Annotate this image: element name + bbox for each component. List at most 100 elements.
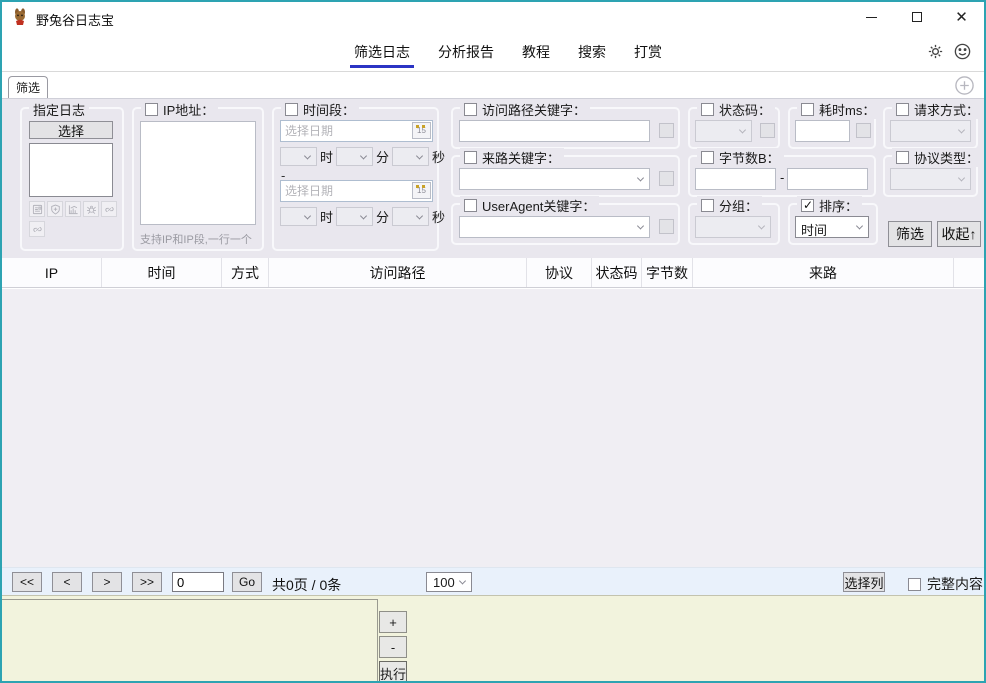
console-minus-button[interactable]: - [379, 636, 407, 658]
page-number-input[interactable] [172, 572, 224, 592]
group-protocol-type: 协议类型： [883, 155, 978, 197]
start-date-input[interactable] [280, 120, 433, 142]
status-code-combo[interactable] [695, 120, 752, 142]
log-chart-icon[interactable] [65, 201, 81, 217]
status-code-checkbox[interactable] [701, 103, 714, 116]
table-header: IP 时间 方式 访问路径 协议 状态码 字节数 来路 [2, 258, 984, 288]
chevron-down-icon [958, 174, 965, 181]
table-column-header[interactable]: 访问路径 [269, 258, 527, 287]
group-status-code: 状态码： [688, 107, 780, 149]
console-input-area[interactable] [2, 599, 378, 682]
chevron-down-icon [958, 126, 965, 133]
ip-address-checkbox[interactable] [145, 103, 158, 116]
useragent-keyword-combo[interactable] [459, 216, 650, 238]
request-method-checkbox[interactable] [896, 103, 909, 116]
start-calendar-icon[interactable]: 15 [412, 122, 431, 139]
console-execute-button[interactable]: 执行 [379, 661, 407, 683]
grouping-label: 分组： [719, 196, 758, 215]
table-column-header[interactable]: 来路 [693, 258, 954, 287]
time-range-checkbox[interactable] [285, 103, 298, 116]
maximize-icon [912, 12, 922, 22]
grouping-combo[interactable] [695, 216, 771, 238]
start-second-select[interactable] [392, 147, 429, 166]
table-body[interactable] [2, 289, 984, 567]
group-bytes: 字节数B： - [688, 155, 876, 197]
start-minute-select[interactable] [336, 147, 373, 166]
nav-tab-filter-logs[interactable]: 筛选日志 [354, 32, 410, 71]
log-shield-plus-icon[interactable] [47, 201, 63, 217]
collapse-button[interactable]: 收起↑ [937, 221, 981, 247]
prev-page-button[interactable]: < [52, 572, 82, 592]
settings-gear-icon[interactable] [926, 42, 945, 61]
useragent-keyword-option-button[interactable] [659, 219, 674, 234]
end-date-input[interactable] [280, 180, 433, 202]
nav-tab-analysis-report[interactable]: 分析报告 [438, 32, 494, 71]
minimize-button[interactable] [849, 2, 894, 32]
protocol-type-checkbox[interactable] [896, 151, 909, 164]
table-column-header[interactable]: 状态码 [592, 258, 642, 287]
go-button[interactable]: Go [232, 572, 262, 592]
console-plus-button[interactable]: + [379, 611, 407, 633]
hour-label: 时 [320, 147, 333, 166]
table-column-header[interactable]: 协议 [527, 258, 592, 287]
useragent-keyword-checkbox[interactable] [464, 199, 477, 212]
table-column-header[interactable]: IP [2, 258, 102, 287]
end-minute-select[interactable] [336, 207, 373, 226]
referer-keyword-option-button[interactable] [659, 171, 674, 186]
status-code-label: 状态码： [719, 100, 771, 119]
elapsed-ms-option-button[interactable] [856, 123, 871, 138]
first-page-button[interactable]: << [12, 572, 42, 592]
chevron-down-icon [637, 174, 644, 181]
chevron-down-icon [739, 126, 746, 133]
filter-tab[interactable]: 筛选 [8, 76, 48, 99]
grouping-checkbox[interactable] [701, 199, 714, 212]
bytes-min-input[interactable] [695, 168, 776, 190]
nav-tab-tutorial[interactable]: 教程 [522, 32, 550, 71]
select-log-button[interactable]: 选择 [29, 121, 113, 139]
path-keyword-checkbox[interactable] [464, 103, 477, 116]
log-spider-icon[interactable] [83, 201, 99, 217]
full-content-checkbox[interactable] [908, 578, 921, 591]
select-columns-button[interactable]: 选择列 [843, 572, 885, 592]
maximize-button[interactable] [894, 2, 939, 32]
filter-button[interactable]: 筛选 [888, 221, 932, 247]
log-link2-icon[interactable] [29, 221, 45, 237]
page-size-select[interactable]: 100 [426, 572, 472, 592]
protocol-type-label: 协议类型： [914, 148, 979, 167]
path-keyword-input[interactable] [459, 120, 650, 142]
add-tab-icon[interactable] [954, 75, 975, 96]
smiley-face-icon[interactable] [953, 42, 972, 61]
path-keyword-option-button[interactable] [659, 123, 674, 138]
log-list-box[interactable] [29, 143, 113, 197]
ip-address-textarea[interactable] [140, 121, 256, 225]
table-column-header[interactable]: 字节数 [642, 258, 693, 287]
start-hour-select[interactable] [280, 147, 317, 166]
close-button[interactable]: ✕ [939, 2, 984, 32]
nav-tab-donate[interactable]: 打赏 [634, 32, 662, 71]
bytes-max-input[interactable] [787, 168, 868, 190]
table-column-header[interactable]: 时间 [102, 258, 222, 287]
referer-keyword-checkbox[interactable] [464, 151, 477, 164]
status-code-option-button[interactable] [760, 123, 775, 138]
referer-keyword-label: 来路关键字： [482, 148, 560, 167]
elapsed-ms-checkbox[interactable] [801, 103, 814, 116]
end-hour-select[interactable] [280, 207, 317, 226]
group-useragent-keyword: UserAgent关键字： [451, 203, 680, 245]
table-column-header[interactable]: 方式 [222, 258, 269, 287]
last-page-button[interactable]: >> [132, 572, 162, 592]
end-calendar-icon[interactable]: 15 [412, 182, 431, 199]
bytes-checkbox[interactable] [701, 151, 714, 164]
sort-combo[interactable]: 时间 [795, 216, 869, 238]
filter-tab-strip: 筛选 [2, 73, 984, 98]
sort-checkbox[interactable] [801, 199, 814, 212]
elapsed-ms-input[interactable] [795, 120, 850, 142]
protocol-type-combo[interactable] [890, 168, 971, 190]
nav-items: 筛选日志 分析报告 教程 搜索 打赏 [354, 32, 662, 71]
end-second-select[interactable] [392, 207, 429, 226]
nav-tab-search[interactable]: 搜索 [578, 32, 606, 71]
next-page-button[interactable]: > [92, 572, 122, 592]
log-link-icon[interactable] [101, 201, 117, 217]
log-form-icon[interactable] [29, 201, 45, 217]
request-method-combo[interactable] [890, 120, 971, 142]
referer-keyword-combo[interactable] [459, 168, 650, 190]
